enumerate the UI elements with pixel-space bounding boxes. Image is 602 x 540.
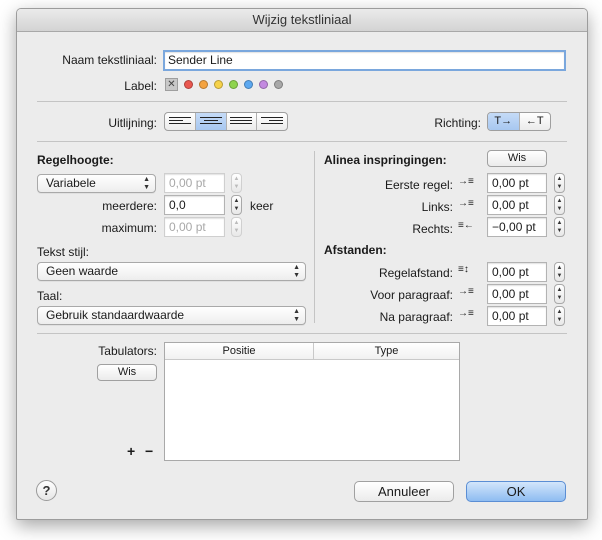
direction-segmented-control: T→ ←T — [487, 112, 551, 131]
align-right-icon — [261, 117, 284, 127]
first-line-stepper[interactable]: ▲ ▼ — [554, 173, 565, 193]
maximum-label: maximum: — [101, 221, 157, 235]
multiple-field[interactable]: 0,0 — [164, 195, 225, 215]
alignment-label: Uitlijning: — [108, 116, 157, 130]
popup-arrows-icon: ▲ ▼ — [293, 264, 300, 279]
indents-heading: Alinea inspringingen: — [324, 153, 447, 167]
dialog-window: Wijzig tekstliniaal Naam tekstliniaal: S… — [16, 8, 588, 520]
tabs-table-header: Positie Type — [165, 343, 459, 360]
space-after-field[interactable]: 0,00 pt — [487, 306, 547, 326]
line-height-value-field[interactable]: 0,00 pt — [164, 173, 225, 193]
align-justify-icon — [230, 117, 253, 127]
no-label-x-icon[interactable]: ✕ — [165, 78, 178, 91]
multiple-unit-label: keer — [250, 199, 274, 213]
space-before-label: Voor paragraaf: — [370, 288, 453, 302]
tabs-table[interactable]: Positie Type — [164, 342, 460, 461]
space-after-icon: →≡ — [458, 308, 474, 319]
first-line-label: Eerste regel: — [384, 178, 453, 192]
direction-label: Richting: — [434, 116, 481, 130]
right-indent-stepper[interactable]: ▲ ▼ — [554, 217, 565, 237]
multiple-stepper[interactable]: ▲ ▼ — [231, 195, 242, 215]
language-value: Gebruik standaardwaarde — [46, 308, 185, 322]
tabs-label: Tabulators: — [98, 344, 157, 358]
column-position-header[interactable]: Positie — [165, 343, 314, 359]
text-style-label: Tekst stijl: — [37, 245, 90, 259]
label-color-swatch[interactable] — [259, 80, 268, 89]
multiple-label: meerdere: — [102, 199, 157, 213]
help-button[interactable]: ? — [36, 480, 57, 501]
line-spacing-icon: ≡↕ — [458, 264, 469, 275]
label-color-swatch[interactable] — [184, 80, 193, 89]
label-color-swatch[interactable] — [229, 80, 238, 89]
remove-tab-button[interactable]: − — [145, 443, 153, 459]
line-height-mode-value: Variabele — [46, 176, 96, 190]
first-line-field[interactable]: 0,00 pt — [487, 173, 547, 193]
divider-bottom — [37, 333, 567, 334]
text-style-value: Geen waarde — [46, 264, 119, 278]
divider-middle — [37, 141, 567, 142]
divider-top — [37, 101, 567, 102]
language-label: Taal: — [37, 289, 63, 303]
right-indent-icon: ≡← — [458, 220, 474, 231]
align-left-icon — [168, 117, 191, 127]
window-title: Wijzig tekstliniaal — [17, 9, 587, 32]
label-color-swatch[interactable] — [244, 80, 253, 89]
left-indent-label: Links: — [421, 200, 453, 214]
cancel-button[interactable]: Annuleer — [354, 481, 454, 502]
column-type-header[interactable]: Type — [314, 343, 459, 359]
first-line-indent-icon: →≡ — [458, 176, 474, 187]
label-label: Label: — [124, 79, 157, 93]
column-divider — [314, 151, 315, 323]
left-indent-stepper[interactable]: ▲ ▼ — [554, 195, 565, 215]
line-spacing-label: Regelafstand: — [378, 266, 453, 280]
line-spacing-field[interactable]: 0,00 pt — [487, 262, 547, 282]
ok-button[interactable]: OK — [466, 481, 566, 502]
text-style-popup[interactable]: Geen waarde ▲ ▼ — [37, 262, 306, 281]
align-center-icon — [199, 117, 222, 127]
right-indent-field[interactable]: −0,00 pt — [487, 217, 547, 237]
label-color-swatches — [184, 80, 294, 90]
space-before-field[interactable]: 0,00 pt — [487, 284, 547, 304]
space-after-stepper[interactable]: ▲ ▼ — [554, 306, 565, 326]
align-right-button[interactable] — [256, 113, 287, 130]
tabs-clear-button[interactable]: Wis — [97, 364, 157, 381]
left-indent-field[interactable]: 0,00 pt — [487, 195, 547, 215]
left-indent-icon: →≡ — [458, 198, 474, 209]
align-justify-button[interactable] — [225, 113, 257, 130]
line-spacing-stepper[interactable]: ▲ ▼ — [554, 262, 565, 282]
label-color-swatch[interactable] — [199, 80, 208, 89]
ruler-name-label: Naam tekstliniaal: — [62, 53, 157, 67]
line-height-mode-popup[interactable]: Variabele ▲ ▼ — [37, 174, 156, 193]
right-indent-label: Rechts: — [412, 222, 453, 236]
maximum-field[interactable]: 0,00 pt — [164, 217, 225, 237]
alignment-segmented-control — [164, 112, 288, 131]
maximum-stepper[interactable]: ▲ ▼ — [231, 217, 242, 237]
popup-arrows-icon: ▲ ▼ — [293, 308, 300, 323]
space-after-label: Na paragraaf: — [379, 310, 453, 324]
language-popup[interactable]: Gebruik standaardwaarde ▲ ▼ — [37, 306, 306, 325]
label-color-swatch[interactable] — [274, 80, 283, 89]
spacing-heading: Afstanden: — [324, 243, 387, 257]
align-center-button[interactable] — [194, 113, 226, 130]
add-tab-button[interactable]: + — [127, 443, 135, 459]
direction-ltr-button[interactable]: T→ — [488, 113, 519, 130]
ruler-name-input[interactable]: Sender Line — [163, 50, 566, 71]
popup-arrows-icon: ▲ ▼ — [143, 176, 150, 191]
space-before-stepper[interactable]: ▲ ▼ — [554, 284, 565, 304]
line-height-heading: Regelhoogte: — [37, 153, 114, 167]
direction-rtl-button[interactable]: ←T — [518, 113, 551, 130]
label-color-swatch[interactable] — [214, 80, 223, 89]
space-before-icon: →≡ — [458, 286, 474, 297]
indents-clear-button[interactable]: Wis — [487, 150, 547, 167]
align-left-button[interactable] — [165, 113, 195, 130]
line-height-value-stepper[interactable]: ▲ ▼ — [231, 173, 242, 193]
